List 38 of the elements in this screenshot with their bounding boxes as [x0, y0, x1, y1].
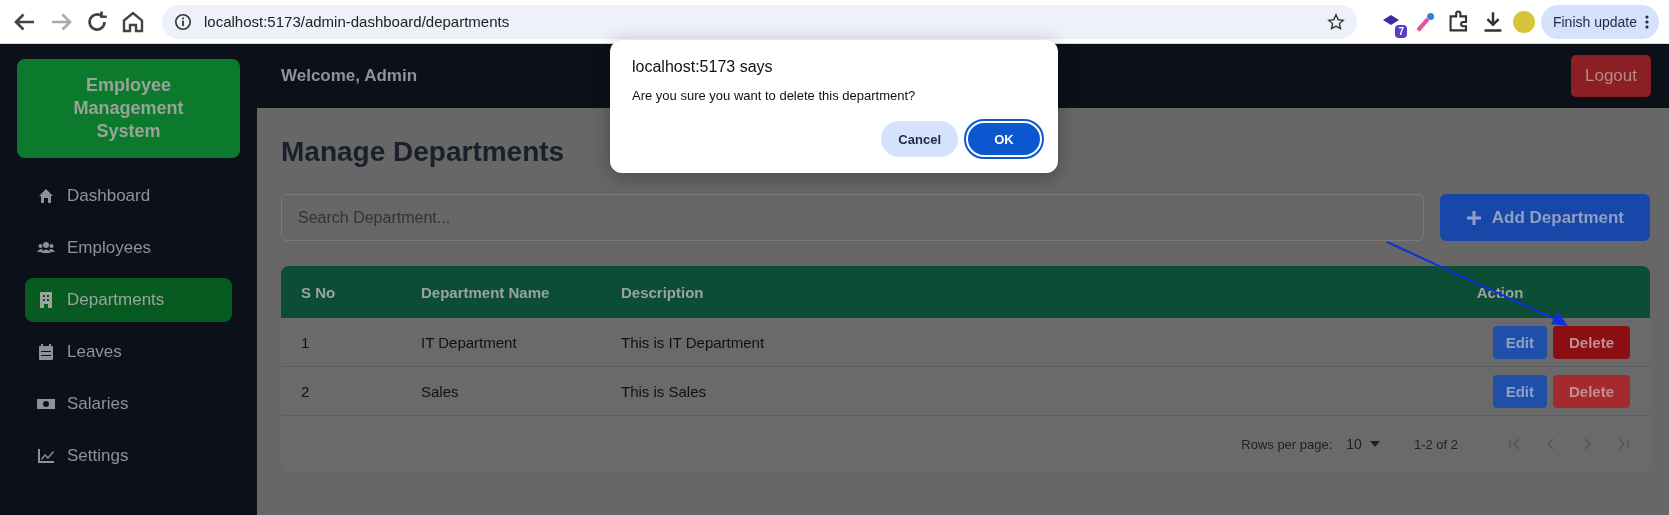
table-cell-text: This is Sales	[621, 382, 708, 400]
add-department-button[interactable]: Add Department	[1439, 194, 1650, 241]
column-header: S No	[301, 283, 337, 301]
home-icon	[37, 187, 55, 205]
table-cell-text: IT Department	[421, 333, 518, 351]
cancel-button[interactable]: Cancel	[881, 121, 958, 157]
calendar-icon	[37, 343, 55, 361]
plus-icon	[1465, 209, 1482, 226]
table-cell-text: This is IT Department	[621, 333, 766, 351]
sidebar-item[interactable]: Settings	[25, 434, 232, 478]
info-icon[interactable]	[174, 12, 192, 31]
page-range: 1-2 of 2	[1413, 436, 1458, 452]
sidebar-item[interactable]: Departments	[25, 278, 232, 322]
table-cell-text: 1	[301, 333, 311, 351]
dropdown-caret-icon	[1369, 441, 1380, 447]
app-brand: Employee Management System	[17, 59, 240, 158]
page-title: Manage Departments	[281, 136, 565, 169]
table-cell-text: 2	[301, 382, 311, 400]
dialog-message: Are you sure you want to delete this department?	[632, 88, 917, 103]
chart-icon	[37, 447, 55, 465]
column-header: Description	[621, 283, 705, 301]
column-header: Department Name	[421, 283, 551, 301]
sidebar-item[interactable]: Employees	[25, 226, 232, 270]
building-icon	[37, 291, 55, 309]
address-bar[interactable]: localhost:5173/admin-dashboard/departments	[162, 4, 1357, 39]
more-icon[interactable]	[1645, 13, 1649, 30]
url-text: localhost:5173/admin-dashboard/departments	[204, 13, 511, 30]
star-icon[interactable]	[1326, 12, 1345, 31]
table-cell-text: Sales	[421, 382, 460, 400]
ok-button[interactable]: OK	[966, 121, 1042, 157]
sidebar-item[interactable]: Salaries	[25, 382, 232, 426]
update-button[interactable]: Finish update	[1540, 4, 1659, 39]
dialog-title: localhost:5173 says	[632, 58, 774, 76]
delete-button[interactable]: Delete	[1552, 325, 1630, 359]
rows-per-page-label: Rows per page:	[1241, 436, 1333, 452]
sidebar-item[interactable]: Leaves	[25, 330, 232, 374]
welcome-text: Welcome, Admin	[281, 66, 418, 86]
sidebar-item[interactable]: Dashboard	[25, 174, 232, 218]
